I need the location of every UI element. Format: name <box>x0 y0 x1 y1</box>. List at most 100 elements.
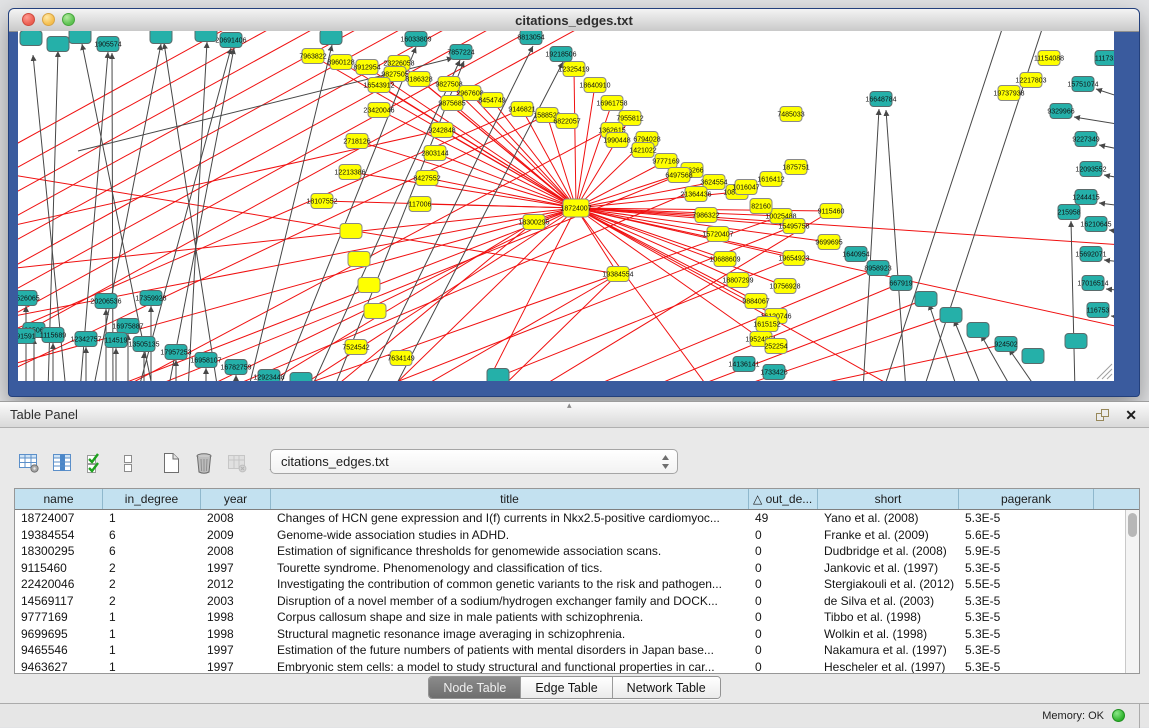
network-node[interactable]: 16958107 <box>190 353 221 368</box>
network-node[interactable] <box>940 308 962 323</box>
network-node[interactable]: 924502 <box>994 337 1017 352</box>
zoom-window-button[interactable] <box>62 13 75 26</box>
network-node[interactable]: 6822057 <box>553 114 580 129</box>
network-node[interactable]: 18640910 <box>579 78 610 93</box>
network-node[interactable]: 17957253 <box>160 345 191 360</box>
network-node[interactable]: 16648784 <box>865 92 896 107</box>
network-node[interactable]: 391591 <box>18 329 36 344</box>
network-node[interactable]: 9227349 <box>1072 132 1099 147</box>
network-node[interactable]: 7963822 <box>299 49 326 64</box>
network-node[interactable]: 111731 <box>1095 51 1114 66</box>
network-node[interactable] <box>915 292 937 307</box>
resize-grip-icon[interactable] <box>1095 362 1113 380</box>
network-node[interactable]: 16210645 <box>1080 217 1111 232</box>
network-node[interactable]: 19384554 <box>602 267 633 282</box>
tab-edge-table[interactable]: Edge Table <box>521 677 612 698</box>
network-node[interactable]: 19737938 <box>993 86 1024 101</box>
network-node[interactable]: 15720407 <box>702 227 733 242</box>
network-window-titlebar[interactable]: citations_edges.txt <box>9 9 1139 32</box>
network-node[interactable]: 10688609 <box>709 252 740 267</box>
network-node[interactable]: 16543912 <box>363 78 394 93</box>
network-node[interactable]: 8958923 <box>864 261 891 276</box>
show-columns-button[interactable] <box>49 449 75 477</box>
network-node[interactable]: 19654923 <box>778 251 809 266</box>
network-node[interactable]: 11154088 <box>1034 51 1064 66</box>
network-node[interactable] <box>320 31 342 45</box>
network-node[interactable]: 18300295 <box>518 215 549 230</box>
table-row[interactable]: 911546021997Tourette syndrome. Phenomeno… <box>15 560 1139 577</box>
network-node[interactable]: 1421022 <box>629 143 656 158</box>
delete-table-button[interactable] <box>191 449 217 477</box>
table-mode-button[interactable] <box>16 449 42 477</box>
network-node[interactable]: 114519 <box>105 333 128 348</box>
network-node[interactable] <box>487 369 509 382</box>
network-node[interactable]: 15751074 <box>1067 77 1098 92</box>
network-node[interactable]: 252254 <box>764 339 787 354</box>
network-node[interactable]: 9699695 <box>815 235 842 250</box>
table-row[interactable]: 946554611997Estimation of the future num… <box>15 642 1139 659</box>
column-header-title[interactable]: title <box>271 489 749 509</box>
table-scrollbar-thumb[interactable] <box>1128 513 1137 537</box>
network-node[interactable]: 8427552 <box>413 171 440 186</box>
network-node[interactable]: 7857224 <box>447 45 474 60</box>
network-node[interactable]: 9115460 <box>818 204 845 219</box>
network-node[interactable]: 23420046 <box>363 103 394 118</box>
network-node[interactable]: 12923448 <box>253 370 284 382</box>
network-node[interactable]: 8454749 <box>478 93 505 108</box>
network-node[interactable]: 1875751 <box>782 160 809 175</box>
table-row[interactable]: 946362711997Embryonic stem cells: a mode… <box>15 659 1139 675</box>
network-node[interactable]: 1016047 <box>732 180 759 195</box>
network-node[interactable]: 8813054 <box>517 31 544 45</box>
create-table-button[interactable] <box>158 449 184 477</box>
network-node[interactable] <box>364 304 386 319</box>
network-node[interactable] <box>1022 349 1044 364</box>
network-node[interactable]: 9146821 <box>508 102 535 117</box>
column-header-pagerank[interactable]: pagerank <box>959 489 1094 509</box>
network-node[interactable]: 116753 <box>1087 303 1110 318</box>
network-node[interactable] <box>1065 334 1087 349</box>
network-node[interactable] <box>967 323 989 338</box>
network-node[interactable]: 9329966 <box>1047 104 1074 119</box>
network-node[interactable]: 12217803 <box>1015 73 1046 88</box>
network-node[interactable]: 19218506 <box>545 47 576 62</box>
network-node[interactable] <box>290 373 312 382</box>
network-node[interactable]: 2526065 <box>18 291 40 306</box>
splitter-handle-icon[interactable]: ▴ <box>567 400 572 411</box>
network-node[interactable]: 14136141 <box>728 357 759 372</box>
unselect-all-button[interactable] <box>115 449 141 477</box>
network-node[interactable]: 16975887 <box>112 319 143 334</box>
table-row[interactable]: 1830029562008Estimation of significance … <box>15 543 1139 560</box>
network-node[interactable]: 1905574 <box>94 37 121 52</box>
network-node[interactable]: 18107552 <box>306 194 337 209</box>
network-node[interactable] <box>20 31 42 46</box>
network-node[interactable]: 1616412 <box>757 172 784 187</box>
network-node[interactable]: 12213386 <box>334 165 365 180</box>
network-node[interactable]: 15692071 <box>1075 247 1106 262</box>
network-node[interactable]: 1244415 <box>1072 190 1099 205</box>
table-row[interactable]: 1938455462009Genome-wide association stu… <box>15 527 1139 544</box>
column-header-name[interactable]: name <box>15 489 103 509</box>
network-node[interactable]: 117006 <box>409 197 432 212</box>
network-node[interactable]: 2718126 <box>343 134 370 149</box>
network-node[interactable]: 9242848 <box>428 123 455 138</box>
network-node[interactable]: 12342757 <box>70 332 101 347</box>
float-panel-icon[interactable] <box>1095 408 1111 422</box>
network-node[interactable]: 16033809 <box>400 32 431 47</box>
network-node[interactable]: 16782759 <box>220 360 251 375</box>
network-node[interactable]: 20206536 <box>90 294 121 309</box>
network-node[interactable] <box>358 278 380 293</box>
network-node[interactable]: 7986322 <box>692 208 719 223</box>
network-node[interactable]: 10756928 <box>769 279 800 294</box>
network-node[interactable]: 7485033 <box>777 107 804 122</box>
tab-network-table[interactable]: Network Table <box>613 677 720 698</box>
network-node[interactable]: 9777169 <box>652 154 679 169</box>
network-node[interactable]: 21364436 <box>680 187 711 202</box>
table-row[interactable]: 977716911998Corpus callosum shape and si… <box>15 609 1139 626</box>
network-node[interactable]: 9875685 <box>438 96 465 111</box>
network-node[interactable]: 13505135 <box>128 337 159 352</box>
network-node[interactable]: 9884067 <box>742 294 769 309</box>
network-node[interactable]: 82160 <box>750 199 772 214</box>
select-all-button[interactable] <box>82 449 108 477</box>
table-row[interactable]: 1456911722003Disruption of a novel membe… <box>15 593 1139 610</box>
network-node[interactable]: 18724007 <box>560 199 591 217</box>
